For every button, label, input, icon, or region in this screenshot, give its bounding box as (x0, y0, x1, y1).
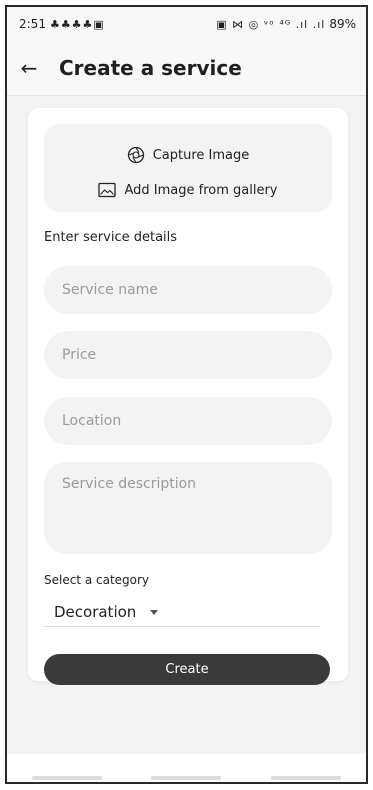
category-selected-value: Decoration (54, 603, 137, 621)
create-button[interactable]: Create (44, 654, 330, 685)
system-nav-bar (7, 754, 366, 782)
service-name-input[interactable] (44, 266, 332, 314)
signal-icons: ▣ ⋈ ◎ ᵛᵒ ⁴ᴳ .ıl .ıl (216, 17, 326, 31)
add-image-gallery-label: Add Image from gallery (124, 182, 278, 198)
add-image-from-gallery-button[interactable]: Add Image from gallery (44, 182, 332, 198)
image-gallery-icon (98, 182, 117, 198)
page-title: Create a service (59, 56, 242, 80)
section-label: Enter service details (44, 230, 178, 245)
service-description-input[interactable] (44, 462, 332, 554)
category-label: Select a category (44, 573, 150, 587)
back-arrow-icon[interactable]: ← (7, 56, 51, 80)
location-input[interactable] (44, 397, 332, 445)
status-bar: 2:51 ♣♣♣♣▣ ▣ ⋈ ◎ ᵛᵒ ⁴ᴳ .ıl .ıl 89% (7, 7, 366, 41)
capture-image-button[interactable]: Capture Image (44, 146, 332, 164)
dropdown-caret-icon (150, 609, 159, 615)
price-input[interactable] (44, 331, 332, 379)
battery-level: 89% (329, 17, 356, 31)
category-dropdown[interactable]: Decoration (44, 598, 320, 627)
capture-image-label: Capture Image (152, 147, 250, 163)
status-time: 2:51 (19, 17, 46, 31)
app-bar: ← Create a service (7, 41, 366, 96)
notification-icons: ♣♣♣♣▣ (49, 17, 105, 31)
nav-home-button[interactable] (151, 776, 222, 780)
nav-back-button[interactable] (271, 776, 342, 780)
service-form-card: Capture Image Add Image from gallery Ent… (28, 108, 348, 685)
nav-recents-button[interactable] (31, 776, 102, 780)
image-picker: Capture Image Add Image from gallery (44, 124, 332, 212)
camera-aperture-icon (127, 146, 144, 164)
